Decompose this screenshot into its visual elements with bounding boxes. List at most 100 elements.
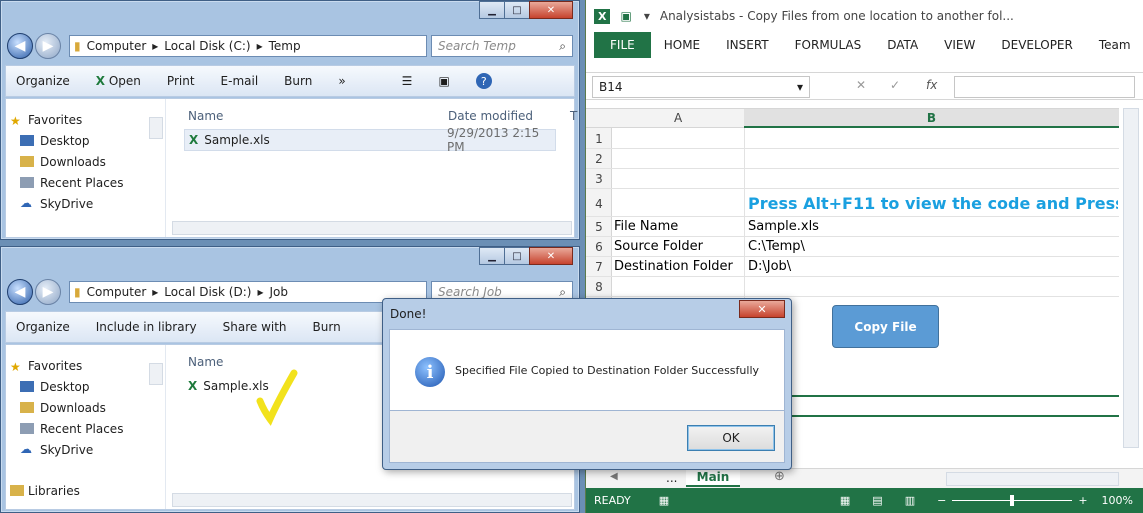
column-header-type[interactable]: T — [570, 109, 577, 123]
share-with-button[interactable]: Share with — [223, 320, 287, 334]
save-icon[interactable]: ▣ — [620, 9, 631, 23]
row-header[interactable]: 4 — [586, 197, 612, 211]
forward-button[interactable]: ▶ — [35, 33, 61, 59]
cell-b6[interactable]: C:\Temp\ — [748, 239, 805, 254]
column-header-name[interactable]: Name — [188, 355, 223, 369]
organize-button[interactable]: Organize — [16, 320, 70, 334]
ok-button[interactable]: OK — [687, 425, 775, 451]
column-header-a[interactable]: A — [674, 111, 682, 125]
tab-developer[interactable]: DEVELOPER — [988, 38, 1085, 52]
row-header[interactable]: 5 — [586, 220, 612, 234]
address-bar[interactable]: ▮ Computer ▸ Local Disk (C:) ▸ Temp — [69, 35, 427, 57]
nav-recent-places[interactable]: Recent Places — [6, 172, 165, 193]
row-header[interactable]: 3 — [586, 172, 612, 186]
help-icon[interactable]: ? — [475, 73, 492, 89]
nav-skydrive[interactable]: ☁ SkyDrive — [6, 193, 165, 214]
column-header-date[interactable]: Date modified — [448, 109, 533, 123]
cell-a6[interactable]: Source Folder — [614, 239, 703, 254]
cell-b7[interactable]: D:\Job\ — [748, 259, 791, 274]
nav-desktop[interactable]: Desktop — [6, 130, 165, 151]
horizontal-scrollbar[interactable] — [946, 472, 1119, 486]
cancel-icon[interactable]: ✕ — [856, 78, 866, 92]
copy-file-button[interactable]: Copy File — [832, 305, 939, 348]
file-row[interactable]: X Sample.xls 9/29/2013 2:15 PM — [184, 126, 556, 154]
view-options-icon[interactable]: ☰ — [402, 74, 413, 88]
breadcrumb-computer[interactable]: Computer — [87, 39, 147, 53]
nav-libraries[interactable]: Libraries — [6, 480, 165, 501]
row-header[interactable]: 7 — [586, 260, 612, 274]
breadcrumb-drive[interactable]: Local Disk (C:) — [164, 39, 250, 53]
burn-button[interactable]: Burn — [284, 74, 312, 88]
close-button[interactable]: ✕ — [529, 1, 573, 19]
minimize-button[interactable]: ▁ — [479, 1, 505, 19]
column-header-b[interactable]: B — [744, 109, 1119, 128]
vertical-scrollbar[interactable] — [1123, 108, 1139, 448]
search-input[interactable]: Search Temp ⌕ — [431, 35, 573, 57]
cell-a7[interactable]: Destination Folder — [614, 259, 733, 274]
open-button[interactable]: X Open — [96, 74, 141, 88]
zoom-thumb[interactable] — [1010, 495, 1015, 506]
row-header[interactable]: 2 — [586, 152, 612, 166]
minimize-button[interactable]: ▁ — [479, 247, 505, 265]
forward-button[interactable]: ▶ — [35, 279, 61, 305]
add-sheet-icon[interactable]: ⊕ — [774, 469, 785, 484]
nav-scrollbar[interactable] — [149, 117, 163, 139]
insert-function-button[interactable]: fx — [926, 78, 937, 92]
tab-data[interactable]: DATA — [874, 38, 931, 52]
breadcrumb-drive[interactable]: Local Disk (D:) — [164, 285, 251, 299]
tab-insert[interactable]: INSERT — [713, 38, 782, 52]
horizontal-scrollbar[interactable] — [172, 221, 572, 235]
nav-downloads[interactable]: Downloads — [6, 151, 165, 172]
breadcrumb-computer[interactable]: Computer — [87, 285, 147, 299]
zoom-out-icon[interactable]: − — [937, 494, 946, 507]
breadcrumb-folder[interactable]: Temp — [269, 39, 301, 53]
quick-access-dropdown-icon[interactable]: ▾ — [644, 9, 650, 23]
organize-button[interactable]: Organize — [16, 74, 70, 88]
nav-recent-places[interactable]: Recent Places — [6, 418, 165, 439]
tab-formulas[interactable]: FORMULAS — [782, 38, 875, 52]
tab-team[interactable]: Team — [1086, 38, 1143, 52]
tab-file[interactable]: FILE — [594, 32, 651, 58]
include-in-library-button[interactable]: Include in library — [96, 320, 197, 334]
page-break-icon[interactable]: ▥ — [905, 494, 915, 507]
address-bar[interactable]: ▮ Computer ▸ Local Disk (D:) ▸ Job — [69, 281, 427, 303]
tab-home[interactable]: HOME — [651, 38, 713, 52]
burn-button[interactable]: Burn — [313, 320, 341, 334]
cell-a5[interactable]: File Name — [614, 219, 678, 234]
close-button[interactable]: ✕ — [529, 247, 573, 265]
row-header[interactable]: 6 — [586, 240, 612, 254]
nav-desktop[interactable]: Desktop — [6, 376, 165, 397]
horizontal-scrollbar[interactable] — [172, 493, 572, 507]
sheet-tab-main[interactable]: Main — [686, 469, 740, 487]
back-button[interactable]: ◀ — [7, 279, 33, 305]
nav-downloads[interactable]: Downloads — [6, 397, 165, 418]
dialog-close-button[interactable]: ✕ — [739, 300, 785, 318]
back-button[interactable]: ◀ — [7, 33, 33, 59]
more-button[interactable]: » — [338, 74, 345, 88]
zoom-slider[interactable] — [952, 495, 1073, 506]
maximize-button[interactable]: □ — [504, 247, 530, 265]
tab-view[interactable]: VIEW — [931, 38, 988, 52]
print-button[interactable]: Print — [167, 74, 195, 88]
normal-view-icon[interactable]: ▦ — [840, 494, 850, 507]
zoom-in-icon[interactable]: + — [1078, 494, 1087, 507]
page-layout-icon[interactable]: ▤ — [872, 494, 882, 507]
nav-favorites[interactable]: ★ Favorites — [6, 109, 165, 130]
nav-favorites[interactable]: ★ Favorites — [6, 355, 165, 376]
preview-pane-icon[interactable]: ▣ — [438, 74, 449, 88]
nav-skydrive[interactable]: ☁ SkyDrive — [6, 439, 165, 460]
sheet-nav-left-icon[interactable]: ◀ — [610, 471, 618, 482]
formula-input[interactable] — [954, 76, 1135, 98]
breadcrumb-folder[interactable]: Job — [269, 285, 288, 299]
banner-text[interactable]: Press Alt+F11 to view the code and Press… — [748, 194, 1118, 213]
enter-icon[interactable]: ✓ — [890, 78, 900, 92]
row-header[interactable]: 8 — [586, 280, 612, 294]
macro-record-icon[interactable]: ▦ — [659, 494, 669, 507]
name-box[interactable]: B14 ▾ — [592, 76, 810, 98]
cell-b5[interactable]: Sample.xls — [748, 219, 819, 234]
email-button[interactable]: E-mail — [221, 74, 259, 88]
column-header-name[interactable]: Name — [188, 109, 223, 123]
sheet-nav-ellipsis[interactable]: ... — [666, 471, 677, 485]
maximize-button[interactable]: □ — [504, 1, 530, 19]
row-header[interactable]: 1 — [586, 132, 612, 146]
